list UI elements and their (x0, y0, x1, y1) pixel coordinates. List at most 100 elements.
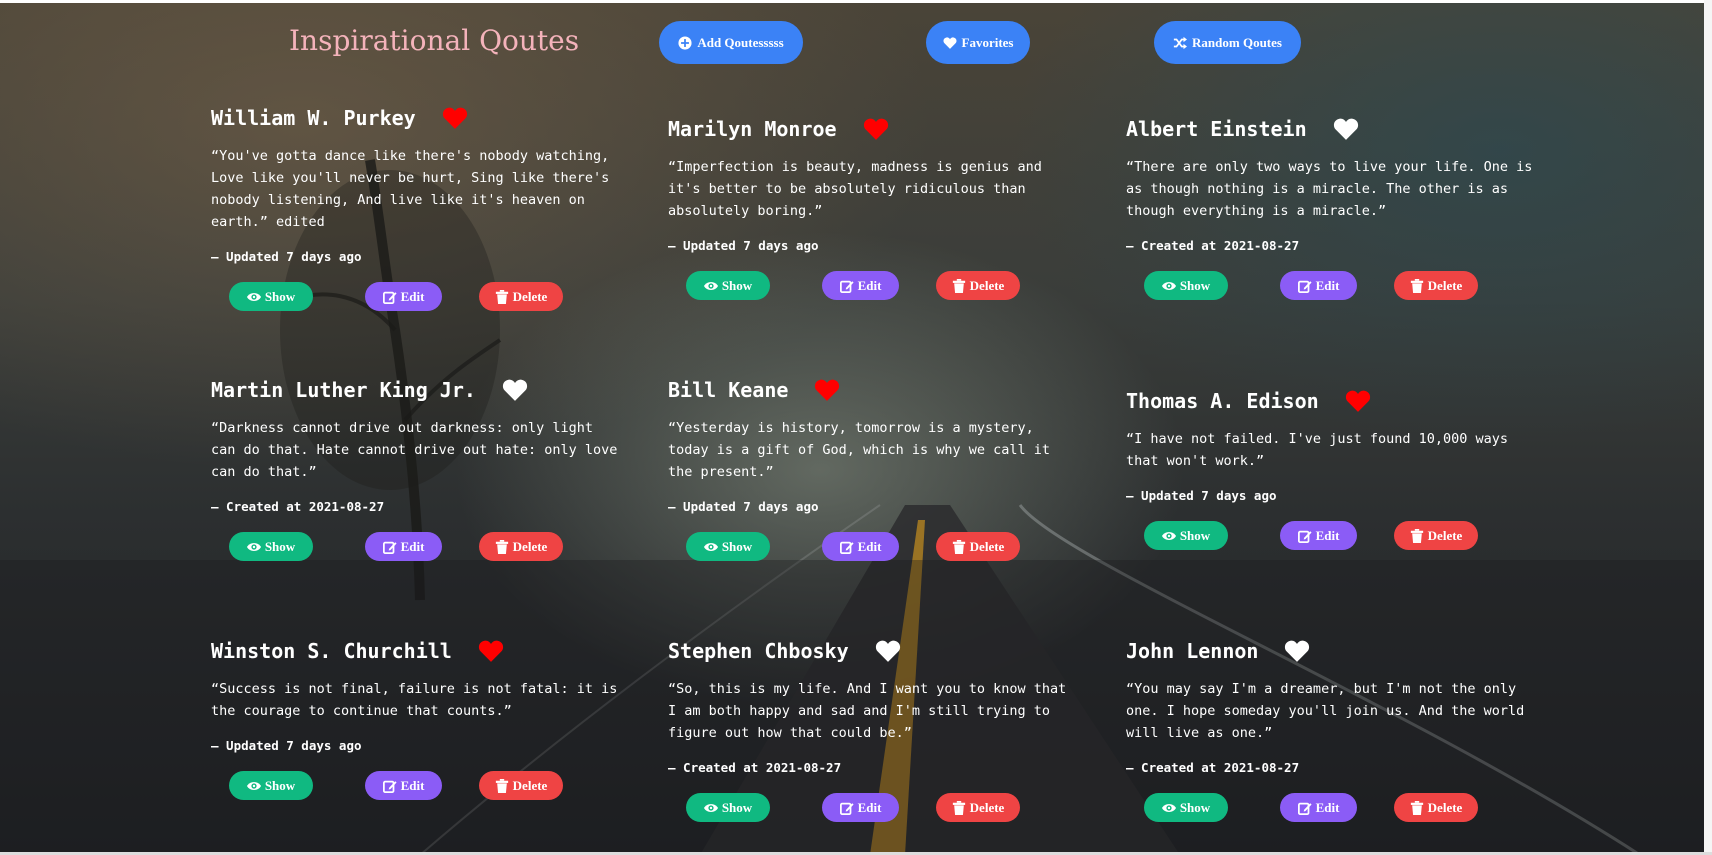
delete-button[interactable]: Delete (1394, 271, 1478, 300)
add-quotes-button[interactable]: Add Qoutesssss (659, 21, 803, 64)
quote-card: Marilyn Monroe “Imperfection is beauty, m… (668, 114, 1088, 301)
heart-icon[interactable] (1284, 639, 1310, 663)
show-button[interactable]: Show (686, 793, 770, 822)
quote-text: “You may say I'm a dreamer, but I'm not … (1126, 681, 1525, 741)
show-label: Show (264, 288, 296, 304)
show-button[interactable]: Show (229, 771, 313, 800)
delete-button[interactable]: Delete (936, 793, 1020, 822)
quote-meta: — Updated 7 days ago (668, 499, 819, 514)
delete-label: Delete (1427, 277, 1463, 293)
quote-text: “You've gotta dance like there's nobody … (211, 148, 610, 230)
edit-label: Edit (1315, 527, 1340, 543)
heart-filled-icon[interactable] (814, 378, 840, 402)
quote-author: Thomas A. Edison (1126, 389, 1319, 413)
edit-button[interactable]: Edit (822, 532, 899, 561)
show-button[interactable]: Show (1144, 793, 1228, 822)
quote-card: John Lennon “You may say I'm a dreamer, b… (1126, 636, 1546, 823)
top-border (0, 0, 1712, 3)
edit-icon (839, 802, 854, 815)
quote-card: Martin Luther King Jr. “Darkness cannot d… (211, 375, 631, 562)
quote-author: Bill Keane (668, 378, 789, 402)
edit-icon (1297, 802, 1312, 815)
quote-meta: — Created at 2021-08-27 (1126, 238, 1300, 253)
quote-actions: Show Edit Delete (1126, 271, 1546, 301)
edit-label: Edit (857, 538, 882, 554)
delete-button[interactable]: Delete (479, 532, 563, 561)
trash-icon (1410, 278, 1423, 293)
quote-author: Stephen Chbosky (668, 639, 849, 663)
eye-icon (1161, 531, 1176, 540)
heart-icon[interactable] (502, 378, 528, 402)
heart-filled-icon[interactable] (442, 106, 468, 130)
quote-meta: — Updated 7 days ago (211, 738, 362, 753)
quote-actions: Show Edit Delete (211, 771, 631, 801)
show-button[interactable]: Show (686, 271, 770, 300)
edit-icon (1297, 530, 1312, 543)
show-button[interactable]: Show (229, 282, 313, 311)
heart-filled-icon[interactable] (478, 639, 504, 663)
edit-icon (839, 541, 854, 554)
quote-author-row: Marilyn Monroe (668, 114, 1088, 144)
quote-author-row: Albert Einstein (1126, 114, 1546, 144)
edit-button[interactable]: Edit (365, 771, 442, 800)
quote-actions: Show Edit Delete (211, 532, 631, 562)
quote-card: Albert Einstein “There are only two ways … (1126, 114, 1546, 301)
edit-label: Edit (400, 538, 425, 554)
quote-actions: Show Edit Delete (668, 271, 1088, 301)
eye-icon (246, 292, 261, 301)
quote-text: “So, this is my life. And I want you to … (668, 681, 1067, 741)
quote-author-row: William W. Purkey (211, 103, 631, 133)
delete-label: Delete (512, 288, 548, 304)
edit-label: Edit (400, 288, 425, 304)
delete-button[interactable]: Delete (936, 532, 1020, 561)
edit-icon (1297, 280, 1312, 293)
edit-icon (382, 780, 397, 793)
random-quotes-label: Random Qoutes (1192, 34, 1282, 50)
edit-button[interactable]: Edit (365, 282, 442, 311)
edit-button[interactable]: Edit (365, 532, 442, 561)
eye-icon (703, 542, 718, 551)
delete-button[interactable]: Delete (1394, 521, 1478, 550)
edit-button[interactable]: Edit (822, 271, 899, 300)
trash-icon (495, 539, 508, 554)
delete-label: Delete (512, 777, 548, 793)
eye-icon (246, 542, 261, 551)
show-button[interactable]: Show (1144, 521, 1228, 550)
edit-button[interactable]: Edit (1280, 521, 1357, 550)
quote-meta: — Updated 7 days ago (211, 249, 362, 264)
delete-button[interactable]: Delete (936, 271, 1020, 300)
edit-button[interactable]: Edit (822, 793, 899, 822)
delete-label: Delete (1427, 527, 1463, 543)
quote-actions: Show Edit Delete (1126, 521, 1546, 551)
plus-circle-icon (678, 35, 692, 50)
show-button[interactable]: Show (686, 532, 770, 561)
quote-text: “I have not failed. I've just found 10,0… (1126, 431, 1509, 469)
delete-button[interactable]: Delete (479, 282, 563, 311)
eye-icon (1161, 281, 1176, 290)
edit-button[interactable]: Edit (1280, 271, 1357, 300)
delete-button[interactable]: Delete (1394, 793, 1478, 822)
eye-icon (703, 281, 718, 290)
show-label: Show (264, 777, 296, 793)
page-title: Inspirational Qoutes (289, 24, 580, 57)
edit-button[interactable]: Edit (1280, 793, 1357, 822)
heart-filled-icon[interactable] (863, 117, 889, 141)
quote-card: William W. Purkey “You've gotta dance lik… (211, 103, 631, 312)
show-button[interactable]: Show (1144, 271, 1228, 300)
trash-icon (952, 539, 965, 554)
quote-text: “Imperfection is beauty, madness is geni… (668, 159, 1042, 219)
heart-icon[interactable] (1333, 117, 1359, 141)
scrollbar[interactable] (1704, 0, 1712, 855)
quote-author: Marilyn Monroe (668, 117, 837, 141)
show-button[interactable]: Show (229, 532, 313, 561)
quote-author-row: Stephen Chbosky (668, 636, 1088, 666)
random-quotes-button[interactable]: Random Qoutes (1154, 21, 1301, 64)
delete-label: Delete (969, 538, 1005, 554)
delete-button[interactable]: Delete (479, 771, 563, 800)
add-quotes-label: Add Qoutesssss (697, 34, 784, 50)
favorites-button[interactable]: Favorites (926, 21, 1030, 64)
trash-icon (1410, 800, 1423, 815)
shuffle-icon (1173, 36, 1188, 49)
heart-icon[interactable] (875, 639, 901, 663)
heart-filled-icon[interactable] (1345, 389, 1371, 413)
